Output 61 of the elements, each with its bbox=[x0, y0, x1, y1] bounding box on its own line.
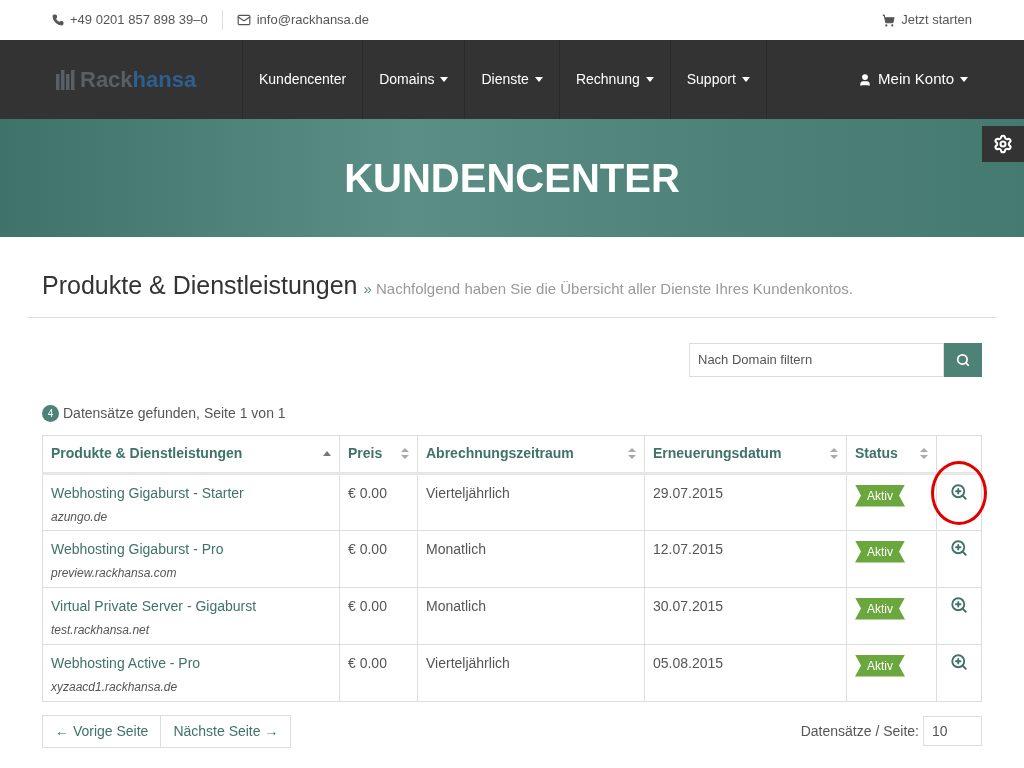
details-button[interactable] bbox=[950, 652, 968, 671]
caret-icon bbox=[534, 77, 543, 82]
price-cell: € 0.00 bbox=[348, 654, 387, 671]
details-button[interactable] bbox=[950, 538, 968, 557]
mail-icon bbox=[236, 13, 251, 27]
renewal-date-cell: 12.07.2015 bbox=[653, 540, 724, 557]
search-button[interactable] bbox=[944, 342, 982, 377]
page-subtitle: » Nachfolgend haben Sie die Übersicht aller Dienste Ihres Kundenkontos. bbox=[363, 279, 853, 299]
caret-icon bbox=[645, 77, 654, 82]
logo-bars-icon bbox=[56, 69, 76, 90]
zoom-in-icon bbox=[950, 482, 968, 501]
details-button[interactable] bbox=[950, 482, 968, 501]
hero-title: KUNDENCENTER bbox=[344, 155, 680, 202]
price-cell: € 0.00 bbox=[348, 484, 387, 501]
price-cell: € 0.00 bbox=[348, 540, 387, 557]
caret-icon bbox=[440, 77, 449, 82]
zoom-in-icon bbox=[950, 652, 968, 671]
details-button[interactable] bbox=[950, 595, 968, 614]
status-badge: Aktiv bbox=[855, 597, 905, 620]
annotation-circle bbox=[931, 460, 987, 525]
status-badge: Aktiv bbox=[855, 654, 905, 677]
caret-icon bbox=[960, 77, 968, 82]
renewal-date-cell: 29.07.2015 bbox=[653, 484, 724, 501]
product-link[interactable]: Webhosting Gigaburst - Pro bbox=[51, 538, 331, 560]
zoom-in-icon bbox=[950, 538, 968, 557]
search-icon bbox=[956, 352, 970, 367]
domain-name: xyzaacd1.rackhansa.de bbox=[51, 678, 179, 696]
previous-page-button[interactable]: ← Vorige Seite bbox=[42, 714, 162, 748]
settings-button[interactable] bbox=[982, 126, 1024, 162]
product-link[interactable]: Webhosting Gigaburst - Starter bbox=[51, 482, 331, 504]
settings-icon bbox=[993, 134, 1013, 154]
count-badge: 4 bbox=[42, 404, 59, 422]
renewal-date-cell: 05.08.2015 bbox=[653, 654, 724, 671]
start-link[interactable]: Jetzt starten bbox=[901, 10, 972, 30]
domain-name: preview.rackhansa.com bbox=[51, 564, 178, 582]
phone-icon bbox=[52, 14, 64, 26]
zoom-in-icon bbox=[950, 595, 968, 614]
product-link[interactable]: Virtual Private Server - Gigaburst bbox=[51, 595, 331, 617]
billing-cycle-cell: Vierteljährlich bbox=[426, 484, 510, 501]
billing-cycle-cell: Monatlich bbox=[426, 540, 486, 557]
per-page-input[interactable]: 10 bbox=[923, 716, 982, 746]
result-summary: Datensätze gefunden, Seite 1 von 1 bbox=[63, 403, 286, 423]
domain-name: azungo.de bbox=[51, 508, 109, 526]
price-cell: € 0.00 bbox=[348, 597, 387, 614]
email-link[interactable]: info@rackhansa.de bbox=[256, 10, 369, 30]
per-page-label: Datensätze / Seite: bbox=[800, 721, 919, 741]
billing-cycle-cell: Vierteljährlich bbox=[426, 654, 510, 671]
renewal-date-cell: 30.07.2015 bbox=[653, 597, 724, 614]
status-badge: Aktiv bbox=[855, 484, 905, 507]
filter-input[interactable]: Nach Domain filtern bbox=[689, 342, 944, 377]
caret-icon bbox=[741, 77, 750, 82]
next-page-button[interactable]: Nächste Seite → bbox=[161, 714, 292, 748]
domain-name: test.rackhansa.net bbox=[51, 621, 151, 639]
page-title: Produkte & Dienstleistungen bbox=[42, 270, 358, 301]
cart-icon bbox=[882, 13, 896, 27]
account-menu[interactable]: Mein Konto bbox=[858, 40, 1024, 119]
phone-number: +49 0201 857 898 39–0 bbox=[70, 11, 208, 30]
user-icon bbox=[858, 72, 873, 87]
billing-cycle-cell: Monatlich bbox=[426, 597, 486, 614]
status-badge: Aktiv bbox=[855, 540, 905, 563]
product-link[interactable]: Webhosting Active - Pro bbox=[51, 652, 331, 674]
